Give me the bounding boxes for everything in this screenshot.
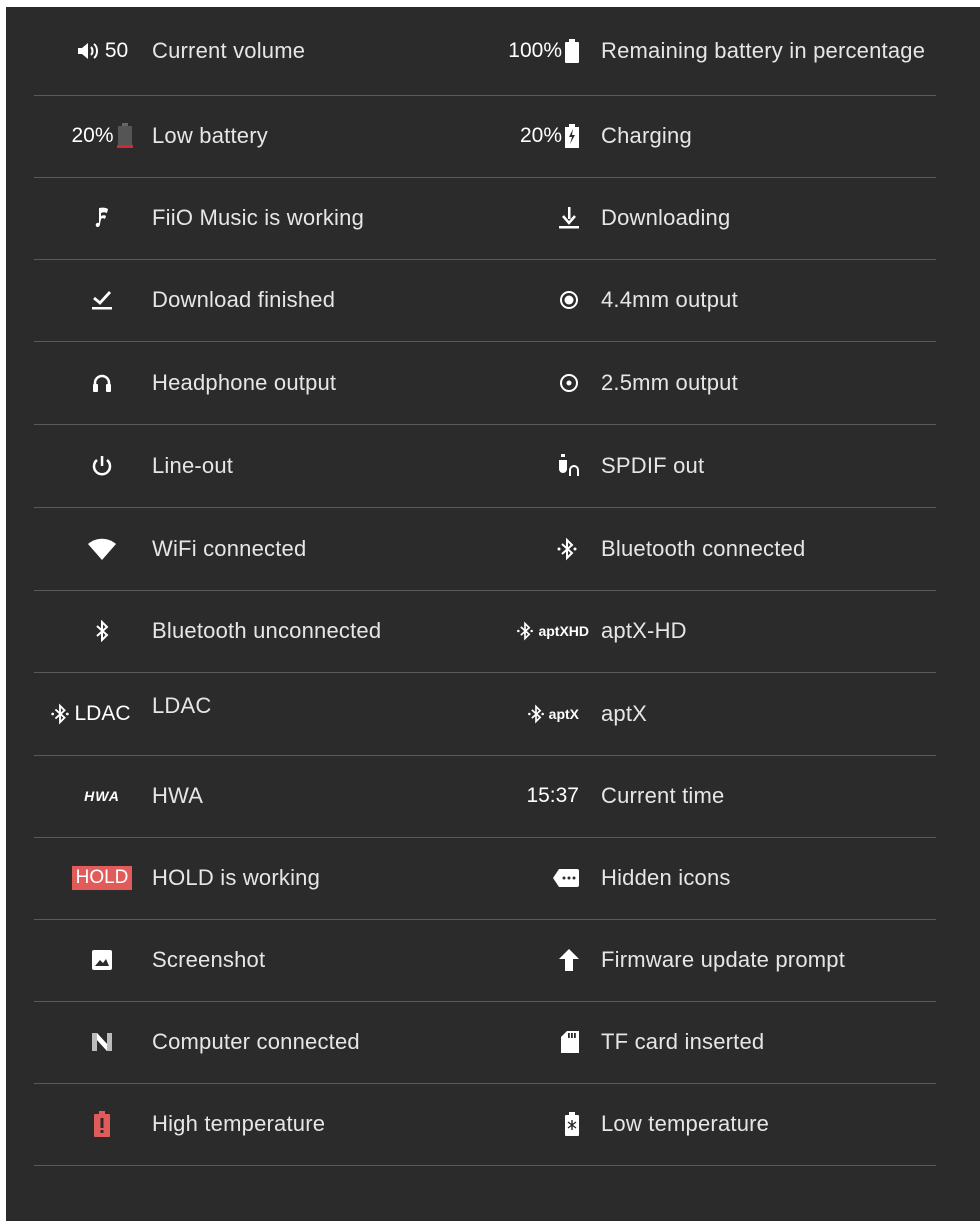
legend-label: Screenshot <box>152 947 266 972</box>
legend-row: HWA HWA 15:37 Current time <box>34 755 936 838</box>
hwa-icon: HWA <box>52 755 152 837</box>
legend-label: aptX-HD <box>601 618 687 643</box>
legend-row: HOLD HOLD is working Hidden icons <box>34 837 936 920</box>
high-temperature-icon <box>52 1083 152 1165</box>
legend-label: Low temperature <box>601 1111 770 1136</box>
aptx-icon: aptX <box>509 672 579 755</box>
legend-row: LDAC LDAC aptX aptX <box>34 672 936 756</box>
legend-label: Charging <box>601 123 692 148</box>
volume-indicator: 50 <box>52 7 152 95</box>
computer-connected-icon <box>52 1001 152 1083</box>
battery-percent: 20% <box>71 124 114 147</box>
legend-row: Headphone output 2.5mm output <box>34 341 936 425</box>
legend-label: Firmware update prompt <box>601 947 846 972</box>
legend-label: aptX <box>601 700 648 726</box>
legend-label: Downloading <box>601 205 731 230</box>
legend-label: Low battery <box>152 123 268 148</box>
low-battery-indicator: 20% <box>52 95 152 177</box>
volume-value: 50 <box>104 39 129 62</box>
legend-row: 20% Low battery 20% Charging <box>34 95 936 178</box>
battery-low-icon <box>116 123 133 148</box>
legend-label: Remaining battery in percentage <box>601 38 926 63</box>
status-icon-legend: 50 Current volume 100% Remaining battery… <box>6 7 980 1221</box>
wifi-icon <box>52 507 152 590</box>
legend-label: Headphone output <box>152 369 337 395</box>
battery-percent: 20% <box>519 124 562 147</box>
legend-label: 4.4mm output <box>601 287 738 312</box>
battery-charging-icon <box>565 124 579 148</box>
bluetooth-icon <box>52 590 152 672</box>
fiio-music-icon <box>52 177 152 259</box>
ldac-icon: LDAC <box>34 672 146 755</box>
legend-row: Bluetooth unconnected aptXHD aptX-HD <box>34 590 936 673</box>
legend-label: Bluetooth connected <box>601 535 806 561</box>
spdif-icon <box>509 424 579 507</box>
legend-label: HOLD is working <box>152 865 321 890</box>
legend-label: Download finished <box>152 287 336 312</box>
battery-percent: 100% <box>508 39 562 62</box>
battery-indicator: 100% <box>479 7 579 95</box>
legend-row: 50 Current volume 100% Remaining battery… <box>34 7 936 96</box>
bluetooth-connected-icon <box>527 703 544 724</box>
output-2-5mm-icon <box>509 341 579 424</box>
legend-label: Current time <box>601 783 725 808</box>
legend-row: Computer connected TF card inserted <box>34 1001 936 1084</box>
legend-label: High temperature <box>152 1111 326 1136</box>
volume-icon <box>77 43 98 59</box>
legend-row: High temperature Low temperature <box>34 1083 936 1166</box>
download-finished-icon <box>52 259 152 341</box>
firmware-update-icon <box>509 919 579 1001</box>
hold-badge-text: HOLD <box>71 866 133 890</box>
bluetooth-connected-icon <box>517 621 534 641</box>
output-4-4mm-icon <box>509 259 579 341</box>
legend-label: Line-out <box>152 452 234 478</box>
legend-row: FiiO Music is working Downloading <box>34 177 936 260</box>
line-out-icon <box>52 424 152 507</box>
headphone-icon <box>52 341 152 424</box>
codec-label: LDAC <box>74 701 131 725</box>
legend-label: TF card inserted <box>601 1029 765 1054</box>
legend-row: Line-out SPDIF out <box>34 424 936 508</box>
legend-label: HWA <box>152 783 204 808</box>
legend-row: Screenshot Firmware update prompt <box>34 919 936 1002</box>
legend-row: Download finished 4.4mm output <box>34 259 936 342</box>
hwa-logo-text: HWA <box>84 788 120 804</box>
legend-label: SPDIF out <box>601 452 705 478</box>
bluetooth-connected-icon <box>509 507 579 590</box>
screenshot-icon <box>52 919 152 1001</box>
bluetooth-connected-icon <box>51 703 70 724</box>
legend-label: Bluetooth unconnected <box>152 618 382 643</box>
download-icon <box>509 177 579 259</box>
legend-label: Current volume <box>152 38 306 63</box>
clock-text: 15:37 <box>489 755 579 837</box>
battery-full-icon <box>565 39 579 63</box>
codec-label: aptX <box>548 705 579 722</box>
legend-label: 2.5mm output <box>601 369 738 395</box>
current-time-value: 15:37 <box>526 784 579 807</box>
charging-indicator: 20% <box>479 95 579 177</box>
aptx-hd-icon: aptXHD <box>489 590 589 672</box>
legend-label: Hidden icons <box>601 865 731 890</box>
legend-label: Computer connected <box>152 1029 360 1054</box>
legend-label: WiFi connected <box>152 535 307 561</box>
legend-label: FiiO Music is working <box>152 205 365 230</box>
legend-label: LDAC <box>152 692 212 718</box>
tf-card-icon <box>509 1001 579 1083</box>
legend-row: WiFi connected Bluetooth connected <box>34 507 936 591</box>
low-temperature-icon <box>509 1083 579 1165</box>
hidden-icons-icon <box>509 837 579 919</box>
hold-badge: HOLD <box>52 837 152 919</box>
codec-label: aptXHD <box>538 623 589 639</box>
